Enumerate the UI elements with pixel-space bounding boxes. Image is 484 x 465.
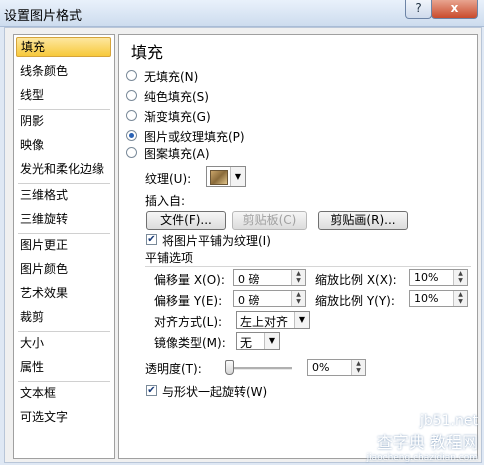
picture-texture-fill-label: 图片或纹理填充(P) (144, 130, 245, 144)
sidebar-item-picture-color[interactable]: 图片颜色 (16, 259, 111, 279)
category-sidebar: 填充 线条颜色 线型 阴影 映像 发光和柔化边缘 三维格式 三维旋转 图片更正 … (13, 34, 115, 459)
radio-pattern-fill[interactable] (126, 147, 137, 158)
clipart-button[interactable]: 剪贴画(R)... (318, 211, 408, 230)
texture-label: 纹理(U): (145, 172, 192, 186)
spin-up-icon[interactable]: ▲ (454, 291, 467, 298)
mirror-type-value: 无 (240, 336, 253, 350)
offset-x-label: 偏移量 X(O): (154, 273, 225, 287)
spin-up-icon[interactable]: ▲ (454, 270, 467, 277)
sidebar-item-crop[interactable]: 裁剪 (16, 307, 111, 327)
watermark: jb51.net 查字典 教程网 jiaocheng.chazidian.com (367, 413, 478, 463)
transparency-stepper[interactable]: 0% ▲ ▼ (307, 359, 366, 376)
spin-buttons[interactable]: ▲ ▼ (291, 270, 305, 285)
chevron-down-icon: ▼ (230, 167, 245, 186)
radio-gradient-fill[interactable] (126, 110, 137, 121)
close-button[interactable]: x (431, 0, 478, 19)
sidebar-item-glow-soft-edges[interactable]: 发光和柔化边缘 (16, 159, 111, 179)
sidebar-divider (18, 183, 110, 184)
sidebar-item-size[interactable]: 大小 (16, 333, 111, 353)
alignment-dropdown[interactable]: 左上对齐 ▼ (236, 311, 310, 329)
spin-down-icon[interactable]: ▼ (454, 298, 467, 305)
alignment-value: 左上对齐 (240, 315, 289, 329)
sidebar-item-text-box[interactable]: 文本框 (16, 383, 111, 403)
scale-y-stepper[interactable]: 10% ▲ ▼ (409, 290, 468, 307)
offset-y-stepper[interactable]: 0 磅 ▲ ▼ (233, 290, 306, 307)
spin-down-icon[interactable]: ▼ (352, 367, 365, 374)
offset-x-value: 0 磅 (238, 273, 260, 286)
spin-down-icon[interactable]: ▼ (292, 298, 305, 305)
rotate-with-shape-checkbox[interactable]: ✔ (146, 385, 157, 396)
window-title: 设置图片格式 (4, 9, 83, 24)
sidebar-item-picture-corrections[interactable]: 图片更正 (16, 235, 111, 255)
radio-picture-texture-fill[interactable] (126, 130, 137, 141)
sidebar-item-3d-rotation[interactable]: 三维旋转 (16, 209, 111, 229)
sidebar-item-line-color[interactable]: 线条颜色 (16, 61, 111, 81)
sidebar-item-line-style[interactable]: 线型 (16, 85, 111, 105)
spin-down-icon[interactable]: ▼ (292, 277, 305, 284)
insert-from-label: 插入自: (145, 194, 186, 208)
spin-buttons[interactable]: ▲ ▼ (453, 270, 467, 285)
title-bar: 设置图片格式 ? x (0, 0, 484, 27)
clipboard-button[interactable]: 剪贴板(C) (232, 211, 307, 230)
radio-solid-fill[interactable] (126, 90, 137, 101)
solid-fill-label: 纯色填充(S) (144, 90, 209, 104)
panel-heading: 填充 (131, 43, 164, 62)
watermark-line: 查字典 教程网 (376, 433, 478, 452)
transparency-slider[interactable] (227, 367, 292, 370)
tile-checkbox-label: 将图片平铺为纹理(I) (162, 234, 271, 248)
file-button[interactable]: 文件(F)... (146, 211, 226, 230)
sidebar-divider (18, 109, 110, 110)
watermark-line: jiaocheng.chazidian.com (366, 453, 478, 463)
rotate-with-shape-label: 与形状一起旋转(W) (162, 385, 268, 399)
sidebar-item-properties[interactable]: 属性 (16, 357, 111, 377)
sidebar-divider (18, 331, 110, 332)
spin-buttons[interactable]: ▲ ▼ (351, 360, 365, 375)
sidebar-item-artistic-effects[interactable]: 艺术效果 (16, 283, 111, 303)
scale-y-label: 缩放比例 Y(Y): (315, 294, 395, 308)
spin-buttons[interactable]: ▲ ▼ (453, 291, 467, 306)
sidebar-item-reflection[interactable]: 映像 (16, 135, 111, 155)
tile-checkbox[interactable]: ✔ (146, 234, 157, 245)
transparency-slider-thumb[interactable] (225, 360, 234, 375)
offset-x-stepper[interactable]: 0 磅 ▲ ▼ (233, 269, 306, 286)
no-fill-label: 无填充(N) (144, 70, 199, 84)
alignment-label: 对齐方式(L): (154, 315, 223, 329)
spin-down-icon[interactable]: ▼ (454, 277, 467, 284)
sidebar-divider (18, 233, 110, 234)
tiling-options-label: 平铺选项 (145, 251, 194, 265)
scale-x-value: 10% (414, 271, 439, 284)
sidebar-item-3d-format[interactable]: 三维格式 (16, 185, 111, 205)
texture-swatch-icon (210, 170, 228, 185)
spin-up-icon[interactable]: ▲ (352, 360, 365, 367)
scale-y-value: 10% (414, 292, 439, 305)
texture-dropdown[interactable]: ▼ (206, 166, 246, 187)
help-button[interactable]: ? (405, 0, 432, 19)
transparency-label: 透明度(T): (145, 362, 202, 376)
spin-up-icon[interactable]: ▲ (292, 291, 305, 298)
sidebar-item-alt-text[interactable]: 可选文字 (16, 407, 111, 427)
mirror-type-label: 镜像类型(M): (154, 336, 226, 350)
fill-panel: 填充 无填充(N) 纯色填充(S) 渐变填充(G) 图片或纹理填充(P) 图案填… (118, 34, 478, 459)
scale-x-stepper[interactable]: 10% ▲ ▼ (409, 269, 468, 286)
section-divider (145, 266, 471, 267)
sidebar-divider (18, 381, 110, 382)
offset-y-label: 偏移量 Y(E): (154, 294, 223, 308)
gradient-fill-label: 渐变填充(G) (144, 110, 211, 124)
sidebar-item-fill[interactable]: 填充 (16, 37, 111, 57)
dialog-body: 填充 线条颜色 线型 阴影 映像 发光和柔化边缘 三维格式 三维旋转 图片更正 … (4, 27, 482, 463)
spin-buttons[interactable]: ▲ ▼ (291, 291, 305, 306)
radio-no-fill[interactable] (126, 70, 137, 81)
spin-up-icon[interactable]: ▲ (292, 270, 305, 277)
sidebar-item-shadow[interactable]: 阴影 (16, 111, 111, 131)
transparency-value: 0% (312, 361, 330, 374)
chevron-down-icon: ▼ (264, 333, 279, 349)
pattern-fill-label: 图案填充(A) (144, 147, 210, 161)
watermark-line: jb51.net (419, 413, 478, 429)
scale-x-label: 缩放比例 X(X): (315, 273, 397, 287)
chevron-down-icon: ▼ (294, 312, 309, 328)
mirror-type-dropdown[interactable]: 无 ▼ (236, 332, 280, 350)
offset-y-value: 0 磅 (238, 294, 260, 307)
